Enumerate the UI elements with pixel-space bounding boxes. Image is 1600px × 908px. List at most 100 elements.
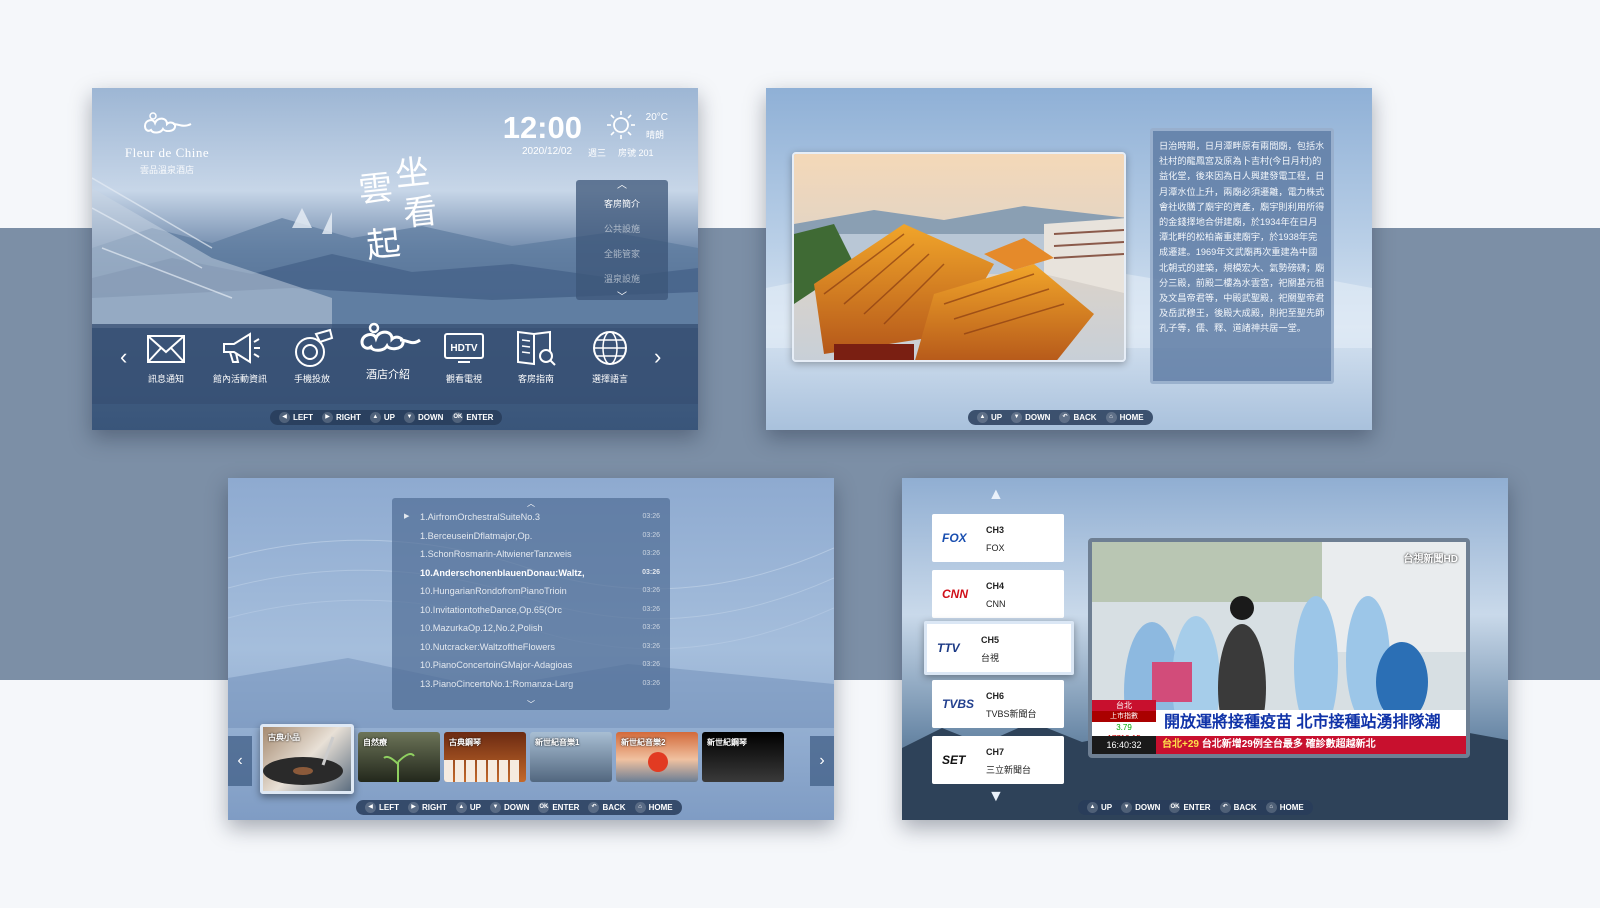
key-label: DOWN [1135, 803, 1161, 812]
key-left: ◀ LEFT [276, 412, 316, 423]
key-up: ▲ UP [453, 802, 484, 813]
album-new-age-piano[interactable]: 新世紀鋼琴 [702, 732, 784, 782]
track-row[interactable]: 1.BerceuseinDflatmajor,Op. 03:26 [402, 527, 660, 546]
carousel-next-icon[interactable]: › [810, 736, 834, 786]
temperature: 20°C [645, 112, 668, 123]
ok-key-icon: OK [1169, 802, 1181, 813]
carousel-prev-icon[interactable]: ‹ [228, 736, 252, 786]
track-row[interactable]: 10.InvitationtotheDance,Op.65(Orc 03:26 [402, 601, 660, 620]
channel-item-ch7[interactable]: SET CH7 三立新聞台 [932, 736, 1064, 784]
album-label: 新世紀音樂2 [621, 738, 666, 747]
svg-text:HDTV: HDTV [450, 343, 478, 354]
album-classical-piano[interactable]: 古典鋼琴 [444, 732, 526, 782]
key-label: HOME [1119, 413, 1144, 422]
track-row[interactable]: ▶ 1.AirfromOrchestralSuiteNo.3 03:26 [402, 508, 660, 527]
tv-preview: 台視新聞HD 台北 上市指數 3.79 17710.15 開放運將接種疫苗 北市… [1088, 538, 1470, 758]
track-title: 10.InvitationtotheDance,Op.65(Orc [420, 604, 562, 615]
nav-cast[interactable]: 手機投放 [290, 328, 334, 385]
channel-item-ch3[interactable]: FOX CH3 FOX [932, 514, 1064, 562]
chevron-down-icon[interactable]: ﹀ [392, 699, 670, 710]
submenu-item-hot-spring[interactable]: 溫泉設施 [576, 267, 668, 292]
key-label: DOWN [1025, 413, 1051, 422]
channel-item-ch4[interactable]: CNN CH4 CNN [932, 570, 1064, 618]
key-home: ⌂ HOME [632, 802, 676, 813]
track-row[interactable]: 10.MazurkaOp.12,No.2,Polish 03:26 [402, 619, 660, 638]
key-label: BACK [1233, 803, 1257, 812]
chevron-down-icon[interactable]: ﹀ [576, 292, 668, 304]
nav-language[interactable]: 選擇語言 [588, 328, 632, 385]
track-duration: 03:26 [642, 550, 660, 557]
track-row[interactable]: 10.AnderschonenblauenDonau:Waltz, 03:26 [402, 564, 660, 583]
back-key-icon: ↶ [588, 802, 600, 813]
track-duration: 03:26 [642, 605, 660, 613]
nav-messages[interactable]: 訊息通知 [144, 328, 188, 385]
track-duration: 03:26 [642, 661, 660, 668]
track-title: 10.PianoConcertoinGMajor-Adagioas [420, 660, 573, 670]
key-label: RIGHT [336, 413, 361, 422]
index-label: 上市指數 [1092, 711, 1156, 722]
home-key-icon: ⌂ [1265, 802, 1277, 813]
set-logo-icon: SET [942, 753, 966, 767]
date: 2020/12/02 [522, 146, 573, 157]
key-label: RIGHT [422, 803, 447, 812]
up-key-icon: ▲ [455, 802, 467, 813]
key-home: ⌂ HOME [1103, 412, 1147, 423]
track-row[interactable]: 10.Nutcracker:WaltzoftheFlowers 03:26 [402, 638, 660, 657]
weekday: 週三 [588, 148, 607, 158]
nav-label: 客房指南 [517, 374, 554, 384]
down-key-icon: ▼ [1011, 412, 1023, 423]
key-label: HOME [1279, 803, 1304, 812]
key-label: BACK [602, 803, 626, 812]
track-row[interactable]: 13.PianoCincertoNo.1:Romanza-Larg 03:26 [402, 675, 660, 694]
channel-name: 三立新聞台 [986, 765, 1032, 775]
submenu-item-butler[interactable]: 全能管家 [576, 242, 668, 267]
key-label: LEFT [293, 413, 313, 422]
channel-item-ch5[interactable]: TTV CH5 台視 [924, 621, 1074, 675]
home-screen: Fleur de Chine 雲品溫泉酒店 12:00 20°C 晴朗 2020… [92, 88, 698, 430]
channel-name: CNN [986, 599, 1006, 609]
down-key-icon: ▼ [404, 412, 416, 423]
track-title: 10.MazurkaOp.12,No.2,Polish [420, 623, 543, 633]
article-body: 日治時期，日月潭畔原有兩間廟，包括水社村的龍鳳宮及原為卜吉村(今日月村)的益化堂… [1159, 141, 1325, 334]
nav-label: 手機投放 [293, 374, 330, 384]
back-key-icon: ↶ [1059, 412, 1071, 423]
key-up: ▲ UP [1084, 802, 1115, 813]
up-key-icon: ▲ [977, 412, 988, 423]
fox-logo-icon: FOX [942, 531, 967, 545]
tvbs-logo-icon: TVBS [942, 697, 975, 711]
channel-down-icon[interactable]: ▼ [988, 788, 1004, 806]
track-duration: 03:26 [642, 568, 660, 576]
channel-name: 台視 [981, 653, 1000, 663]
nav-watch-tv[interactable]: HDTV 觀看電視 [442, 328, 486, 385]
cloud-logo-icon [143, 112, 192, 134]
guide-book-icon [517, 330, 556, 366]
down-key-icon: ▼ [490, 802, 502, 813]
nav-right-arrow-icon[interactable]: › [654, 344, 661, 370]
album-nature[interactable]: 自然療 [358, 732, 440, 782]
album-new-age-2[interactable]: 新世紀音樂2 [616, 732, 698, 782]
channel-name: FOX [986, 543, 1005, 553]
key-up: ▲ UP [974, 412, 1005, 423]
nav-label: 酒店介紹 [366, 369, 410, 381]
album-label: 新世紀鋼琴 [707, 738, 747, 747]
key-back: ↶ BACK [1217, 802, 1260, 813]
track-row[interactable]: 10.HungarianRondofromPianoTrioin 03:26 [402, 582, 660, 601]
nav-activities[interactable]: 館內活動資訊 [212, 328, 268, 385]
nav-room-guide[interactable]: 客房指南 [514, 328, 558, 385]
album-classical-pieces[interactable]: 古典小品 [260, 724, 354, 794]
submenu-item-facilities[interactable]: 公共設施 [576, 217, 668, 242]
track-row[interactable]: 10.PianoConcertoinGMajor-Adagioas 03:26 [402, 656, 660, 675]
album-label: 古典鋼琴 [449, 738, 481, 747]
globe-icon [593, 331, 627, 365]
submenu-item-room-intro[interactable]: 客房簡介 [576, 192, 668, 217]
track-duration: 03:26 [642, 624, 660, 631]
chevron-up-icon[interactable]: ︿ [576, 180, 668, 192]
key-label: UP [383, 413, 396, 422]
channel-item-ch6[interactable]: TVBS CH6 TVBS新聞台 [932, 680, 1064, 728]
nav-left-arrow-icon[interactable]: ‹ [120, 344, 127, 370]
track-title: 1.AirfromOrchestralSuiteNo.3 [420, 512, 540, 522]
track-row[interactable]: 1.SchonRosmarin-AltwienerTanzweis 03:26 [402, 545, 660, 564]
album-new-age-1[interactable]: 新世紀音樂1 [530, 732, 612, 782]
nav-hotel-intro[interactable]: 酒店介紹 [354, 314, 422, 382]
channel-up-icon[interactable]: ▲ [988, 486, 1004, 504]
